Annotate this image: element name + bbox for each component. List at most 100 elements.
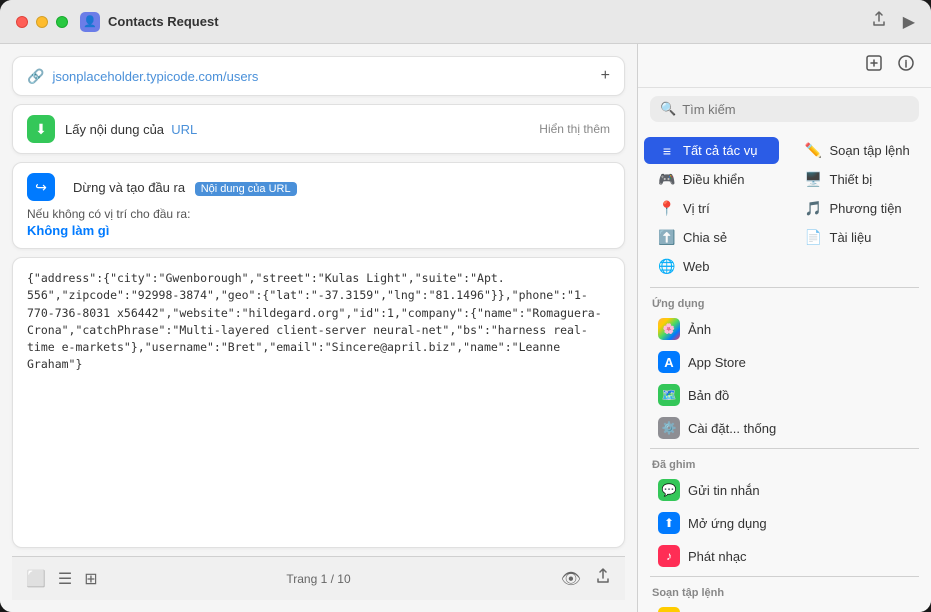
minimize-button[interactable] [36, 16, 48, 28]
page-info: Trang 1 / 10 [286, 572, 350, 586]
no-action-button[interactable]: Không làm gì [27, 223, 610, 238]
category-control[interactable]: 🎮 Điều khiển [644, 166, 779, 193]
categories-grid: ≡ Tất cả tác vụ ✏️ Soạn tập lệnh 🎮 Điều … [638, 134, 931, 283]
bottom-bar-wrapper: ⬜ ☰ ⊞ Trang 1 / 10 👁 [12, 556, 625, 600]
category-document[interactable]: 📄 Tài liệu [791, 224, 926, 251]
category-share-label: Chia sẻ [683, 230, 727, 245]
play-music-label: Phát nhạc [688, 549, 747, 564]
app-maps[interactable]: 🗺️ Bản đồ [644, 379, 925, 411]
category-media-label: Phương tiện [830, 201, 902, 216]
app-settings[interactable]: ⚙️ Cài đặt... thống [644, 412, 925, 444]
maximize-button[interactable] [56, 16, 68, 28]
app-icon: 👤 [80, 12, 100, 32]
messages-label: Gửi tin nhắn [688, 483, 760, 498]
maps-label: Bản đồ [688, 388, 729, 403]
messages-icon: 💬 [658, 479, 680, 501]
titlebar: 👤 Contacts Request ▶ [0, 0, 931, 44]
grid-view-button[interactable]: ⊞ [84, 569, 97, 589]
preview-icon[interactable]: 👁 [561, 569, 581, 589]
app-photos[interactable]: 🌸 Ảnh [644, 313, 925, 345]
left-panel: 🔗 jsonplaceholder.typicode.com/users + ⬇… [0, 44, 638, 612]
close-button[interactable] [16, 16, 28, 28]
right-toolbar [638, 44, 931, 88]
comment-icon: ≡ [658, 607, 680, 612]
list-view-button[interactable]: ☰ [58, 569, 72, 589]
open-app-icon: ⬆ [658, 512, 680, 534]
web-icon: 🌐 [658, 258, 676, 275]
category-compose[interactable]: ✏️ Soạn tập lệnh [791, 137, 926, 164]
all-actions-icon: ≡ [658, 143, 676, 159]
url-bar[interactable]: 🔗 jsonplaceholder.typicode.com/users + [12, 56, 625, 96]
right-content: ≡ Tất cả tác vụ ✏️ Soạn tập lệnh 🎮 Điều … [638, 130, 931, 612]
stop-output-block: ↪ Dừng và tạo đầu ra Nội dung của URL Nế… [12, 162, 625, 249]
add-url-button[interactable]: + [601, 67, 610, 85]
category-all-actions[interactable]: ≡ Tất cả tác vụ [644, 137, 779, 164]
document-icon: 📄 [805, 229, 823, 246]
category-compose-label: Soạn tập lệnh [830, 143, 910, 158]
compose-icon: ✏️ [805, 142, 823, 159]
category-media[interactable]: 🎵 Phương tiện [791, 195, 926, 222]
play-music-icon: ♪ [658, 545, 680, 567]
bottom-right-controls: 👁 [561, 568, 611, 589]
search-input[interactable] [682, 102, 909, 117]
category-document-label: Tài liệu [830, 230, 872, 245]
view-controls: ⬜ ☰ ⊞ [26, 569, 98, 589]
get-content-label: Lấy nội dung của URL [65, 122, 539, 137]
category-share[interactable]: ⬆️ Chia sẻ [644, 224, 779, 251]
pinned-play-music[interactable]: ♪ Phát nhạc [644, 540, 925, 572]
category-web[interactable]: 🌐 Web [644, 253, 779, 280]
share-icon[interactable] [871, 11, 887, 32]
show-more-button[interactable]: Hiển thị thêm [539, 122, 610, 136]
no-location-text: Nếu không có vị trí cho đầu ra: [27, 207, 610, 221]
single-view-button[interactable]: ⬜ [26, 569, 46, 589]
data-output: {"address":{"city":"Gwenborough","street… [12, 257, 625, 548]
settings-label: Cài đặt... thống [688, 421, 776, 436]
export-icon[interactable] [595, 568, 611, 589]
control-icon: 🎮 [658, 171, 676, 188]
traffic-lights [16, 16, 68, 28]
scripting-section-label: Soạn tập lệnh [638, 581, 931, 601]
photos-icon: 🌸 [658, 318, 680, 340]
separator-3 [650, 576, 919, 577]
info-button[interactable] [897, 54, 915, 77]
photos-label: Ảnh [688, 322, 711, 337]
search-bar[interactable]: 🔍 [650, 96, 919, 122]
scripting-comment[interactable]: ≡ Chú thích [644, 602, 925, 612]
category-location[interactable]: 📍 Vị trí [644, 195, 779, 222]
location-icon: 📍 [658, 200, 676, 217]
settings-icon: ⚙️ [658, 417, 680, 439]
category-control-label: Điều khiển [683, 172, 744, 187]
pinned-messages[interactable]: 💬 Gửi tin nhắn [644, 474, 925, 506]
search-icon: 🔍 [660, 101, 676, 117]
right-panel: 🔍 ≡ Tất cả tác vụ ✏️ Soạn tập lệnh [638, 44, 931, 612]
category-all-label: Tất cả tác vụ [683, 143, 757, 158]
main-content: 🔗 jsonplaceholder.typicode.com/users + ⬇… [0, 44, 931, 612]
category-location-label: Vị trí [683, 201, 710, 216]
stop-row: ↪ Dừng và tạo đầu ra Nội dung của URL [27, 173, 610, 201]
url-value: jsonplaceholder.typicode.com/users [52, 69, 592, 84]
window-title: Contacts Request [108, 14, 871, 29]
get-content-icon: ⬇ [27, 115, 55, 143]
media-icon: 🎵 [805, 200, 823, 217]
open-app-label: Mở ứng dụng [688, 516, 767, 531]
category-device[interactable]: 🖥️ Thiết bị [791, 166, 926, 193]
apps-section-label: Ứng dụng [638, 292, 931, 312]
new-item-button[interactable] [865, 54, 883, 77]
app-appstore[interactable]: A App Store [644, 346, 925, 378]
device-icon: 🖥️ [805, 171, 823, 188]
get-content-action[interactable]: ⬇ Lấy nội dung của URL Hiển thị thêm [12, 104, 625, 154]
separator-2 [650, 448, 919, 449]
separator-1 [650, 287, 919, 288]
appstore-label: App Store [688, 355, 746, 370]
category-web-label: Web [683, 259, 710, 274]
stop-label: Dừng và tạo đầu ra Nội dung của URL [73, 180, 610, 195]
category-device-label: Thiết bị [830, 172, 873, 187]
pinned-open-app[interactable]: ⬆ Mở ứng dụng [644, 507, 925, 539]
maps-icon: 🗺️ [658, 384, 680, 406]
share-cat-icon: ⬆️ [658, 229, 676, 246]
link-icon: 🔗 [27, 68, 44, 85]
appstore-icon: A [658, 351, 680, 373]
main-window: 👤 Contacts Request ▶ 🔗 jsonplaceholder.t… [0, 0, 931, 612]
play-icon[interactable]: ▶ [903, 12, 915, 32]
titlebar-actions: ▶ [871, 11, 915, 32]
